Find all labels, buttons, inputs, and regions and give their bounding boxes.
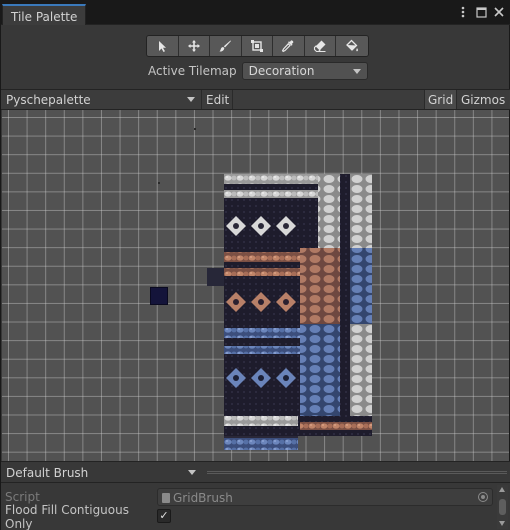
brush-name: Default Brush — [6, 466, 89, 480]
edit-label: Edit — [206, 93, 230, 107]
active-tilemap-row: Active Tilemap Decoration — [148, 61, 368, 81]
scroll-down-arrow-icon[interactable] — [499, 521, 505, 526]
brush-inspector: Script GridBrush Flood Fill Contiguous O… — [1, 483, 510, 530]
maximize-icon[interactable] — [475, 6, 487, 18]
script-object-field: GridBrush — [157, 488, 493, 506]
eraser-icon — [313, 40, 326, 53]
eyedropper-icon — [282, 40, 294, 53]
chevron-down-icon — [188, 470, 196, 475]
palette-dropdown[interactable]: Pyschepalette — [1, 90, 202, 109]
paint-bucket-icon — [345, 39, 358, 52]
tool-strip — [146, 35, 369, 57]
object-picker-icon[interactable] — [478, 492, 488, 502]
picker-tool-button[interactable] — [273, 36, 305, 56]
tab-title: Tile Palette — [11, 10, 78, 24]
erase-tool-button[interactable] — [304, 36, 336, 56]
brush-bar: Default Brush — [1, 461, 510, 483]
move-arrows-icon — [187, 40, 200, 52]
tab-bar: Tile Palette — [1, 1, 510, 25]
tab-tile-palette[interactable]: Tile Palette — [2, 4, 86, 25]
flood-fill-row: Flood Fill Contiguous Only — [5, 503, 157, 530]
active-tilemap-label: Active Tilemap — [148, 64, 237, 78]
paint-tool-button[interactable] — [210, 36, 242, 56]
edit-button[interactable]: Edit — [202, 90, 233, 109]
box-fill-icon — [250, 40, 263, 52]
kebab-menu-icon[interactable] — [457, 6, 469, 18]
palette-bar: Pyschepalette Edit Grid Gizmos — [1, 89, 510, 110]
grid-speck — [158, 182, 160, 184]
gizmos-label: Gizmos — [461, 93, 506, 107]
tile-palette-window: Tile Palette Active Tilemap Decoration P… — [0, 0, 510, 530]
inspector-scrollbar[interactable] — [497, 485, 508, 529]
move-tool-button[interactable] — [178, 36, 210, 56]
single-tile[interactable] — [150, 287, 168, 305]
fill-tool-button[interactable] — [336, 36, 368, 56]
resize-splitter[interactable] — [207, 471, 507, 474]
window-controls — [457, 6, 505, 18]
script-file-icon — [162, 492, 170, 503]
palette-name: Pyschepalette — [6, 93, 91, 107]
paintbrush-icon — [219, 40, 232, 52]
flood-fill-label: Flood Fill Contiguous Only — [5, 503, 129, 530]
scroll-up-arrow-icon[interactable] — [499, 487, 505, 492]
active-tilemap-dropdown[interactable]: Decoration — [241, 62, 368, 80]
script-value: GridBrush — [173, 490, 233, 505]
arrow-pointer-icon — [159, 41, 167, 52]
tileset-sprite-sheet — [224, 174, 372, 450]
grid-toggle-button[interactable]: Grid — [424, 90, 457, 109]
scroll-thumb[interactable] — [499, 499, 506, 515]
single-tile[interactable] — [207, 268, 225, 286]
flood-fill-checkbox[interactable]: ✓ — [157, 509, 171, 523]
brush-dropdown[interactable]: Default Brush — [1, 463, 202, 482]
checkmark-icon: ✓ — [159, 509, 169, 522]
palette-grid-canvas[interactable] — [2, 110, 509, 461]
gizmos-toggle-button[interactable]: Gizmos — [457, 90, 509, 109]
box-fill-tool-button[interactable] — [241, 36, 273, 56]
active-tilemap-value: Decoration — [248, 64, 315, 78]
grid-speck — [194, 128, 196, 130]
script-label: Script — [5, 490, 40, 504]
chevron-down-icon — [187, 97, 195, 102]
close-icon[interactable] — [493, 6, 505, 18]
chevron-down-icon — [352, 69, 361, 74]
grid-label: Grid — [428, 93, 454, 107]
select-tool-button[interactable] — [147, 36, 179, 56]
